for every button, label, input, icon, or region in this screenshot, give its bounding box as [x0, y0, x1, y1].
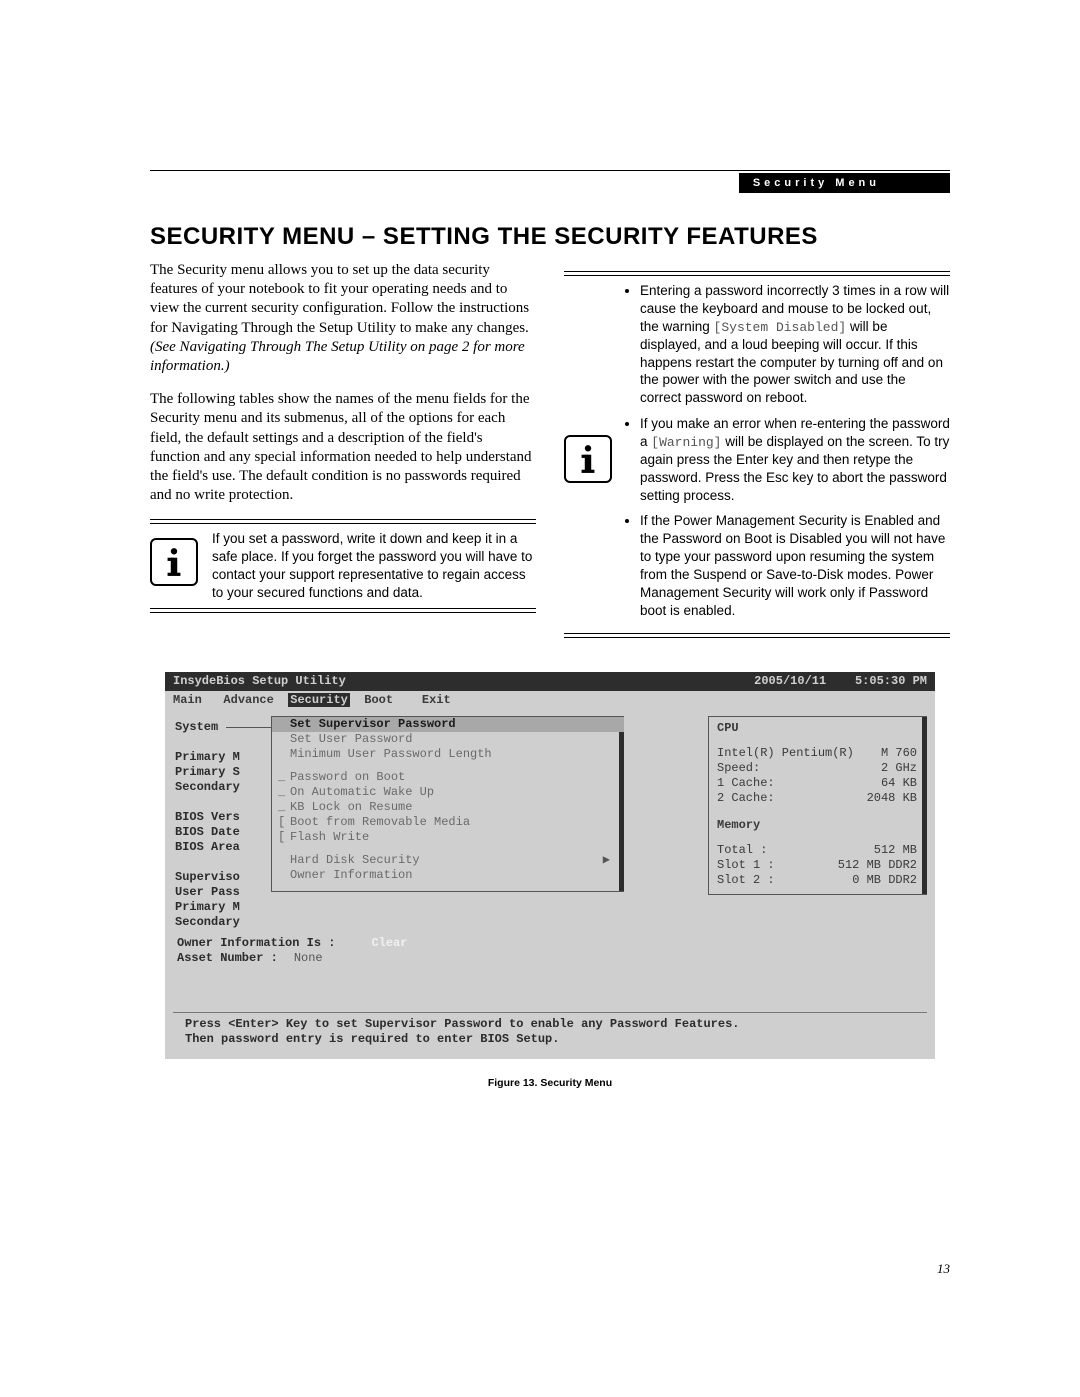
- left-row: BIOS Date: [175, 825, 271, 840]
- left-row: BIOS Vers: [175, 810, 271, 825]
- bios-menu-bar: Main Advance Security Boot Exit: [165, 691, 935, 710]
- info-callout-1: If you set a password, write it down and…: [150, 519, 536, 612]
- callout-text: If you set a password, write it down and…: [212, 530, 536, 601]
- header-rule: [150, 170, 950, 171]
- bios-help: Press <Enter> Key to set Supervisor Pass…: [173, 1012, 927, 1049]
- lbl: Password on Boot: [290, 770, 405, 784]
- item-boot-removable-media[interactable]: [Boot from Removable Media: [272, 815, 624, 830]
- cpu-name: Intel(R) Pentium(R) M 760: [717, 746, 917, 761]
- left-column: The Security menu allows you to set up t…: [150, 261, 536, 638]
- info-callout-2: Entering a password incorrectly 3 times …: [564, 271, 950, 638]
- left-row: User Pass: [175, 885, 271, 900]
- cpu-l1: 1 Cache:64 KB: [717, 776, 917, 791]
- left-row: [175, 855, 271, 870]
- menu-boot[interactable]: Boot: [364, 693, 393, 707]
- bios-security-dropdown: Set Supervisor Password Set User Passwor…: [271, 716, 624, 892]
- section-tab: Security Menu: [739, 173, 950, 193]
- lbl: Flash Write: [290, 830, 369, 844]
- owner-info-value: Clear: [371, 936, 407, 951]
- bios-title-bar: InsydeBios Setup Utility 2005/10/11 5:05…: [165, 672, 935, 691]
- left-row: Primary S: [175, 765, 271, 780]
- bios-info-pane: CPU Intel(R) Pentium(R) M 760 Speed:2 GH…: [708, 716, 927, 895]
- item-set-supervisor-password[interactable]: Set Supervisor Password: [272, 717, 624, 732]
- left-row: BIOS Area: [175, 840, 271, 855]
- callout-rules-2: Entering a password incorrectly 3 times …: [564, 271, 950, 638]
- bullet-1: Entering a password incorrectly 3 times …: [640, 282, 950, 407]
- bullet-2: If you make an error when re-entering th…: [640, 415, 950, 504]
- mem-slot1: Slot 1 :512 MB DDR2: [717, 858, 917, 873]
- mem-slot2: Slot 2 :0 MB DDR2: [717, 873, 917, 888]
- bios-date: 2005/10/11: [754, 674, 826, 688]
- item-password-on-boot[interactable]: _Password on Boot: [272, 770, 624, 785]
- submenu-arrow-icon: ▶: [603, 853, 610, 868]
- item-owner-information[interactable]: Owner Information: [272, 868, 624, 883]
- help-line-2: Then password entry is required to enter…: [185, 1032, 915, 1047]
- menu-exit[interactable]: Exit: [422, 693, 451, 707]
- left-row: [175, 735, 271, 750]
- item-min-user-pwd-length[interactable]: Minimum User Password Length: [272, 747, 624, 762]
- callout-list: Entering a password incorrectly 3 times …: [626, 282, 950, 627]
- header-row: Security Menu: [150, 173, 950, 193]
- cpu-b: M 760: [881, 746, 917, 761]
- two-columns: The Security menu allows you to set up t…: [150, 261, 950, 638]
- intro-paragraph-1: The Security menu allows you to set up t…: [150, 261, 536, 376]
- intro-paragraph-2: The following tables show the names of t…: [150, 390, 536, 505]
- left-row: Superviso: [175, 870, 271, 885]
- left-row: System: [175, 720, 271, 735]
- menu-advance[interactable]: Advance: [223, 693, 273, 707]
- lbl: KB Lock on Resume: [290, 800, 412, 814]
- cpu-l2: 2 Cache:2048 KB: [717, 791, 917, 806]
- lbl: Hard Disk Security: [290, 853, 420, 867]
- b1-code: [System Disabled]: [714, 320, 847, 335]
- bios-lower: Owner Information Is : Clear Asset Numbe…: [165, 936, 935, 966]
- intro-text: The Security menu allows you to set up t…: [150, 262, 529, 336]
- lbl: On Automatic Wake Up: [290, 785, 434, 799]
- cpu-speed: Speed:2 GHz: [717, 761, 917, 776]
- asset-row: Asset Number : None: [177, 951, 923, 966]
- left-row: Primary M: [175, 900, 271, 915]
- bios-time: 5:05:30 PM: [855, 674, 927, 688]
- info-icon: [150, 538, 198, 586]
- menu-security[interactable]: Security: [288, 693, 350, 707]
- cpu-group: CPU: [717, 721, 917, 736]
- left-row: Primary M: [175, 750, 271, 765]
- asset-label: Asset Number :: [177, 951, 278, 966]
- intro-crossref: (See Navigating Through The Setup Utilit…: [150, 339, 525, 374]
- mem-group: Memory: [717, 818, 917, 833]
- left-row: Secondary: [175, 915, 271, 930]
- callout-inner: If you set a password, write it down and…: [150, 523, 536, 608]
- item-on-auto-wake[interactable]: _On Automatic Wake Up: [272, 785, 624, 800]
- lbl: Boot from Removable Media: [290, 815, 470, 829]
- left-row: Secondary: [175, 780, 271, 795]
- left-row: [175, 795, 271, 810]
- bullet-3: If the Power Management Security is Enab…: [640, 512, 950, 619]
- figure-caption: Figure 13. Security Menu: [488, 1077, 612, 1089]
- right-column: Entering a password incorrectly 3 times …: [564, 261, 950, 638]
- bios-body: System Primary M Primary S Secondary BIO…: [165, 710, 935, 936]
- page: Security Menu SECURITY MENU – SETTING TH…: [0, 0, 1080, 1397]
- mem-total: Total :512 MB: [717, 843, 917, 858]
- owner-info-row: Owner Information Is : Clear: [177, 936, 923, 951]
- callout-rules: If you set a password, write it down and…: [150, 519, 536, 612]
- lr0: System: [175, 720, 218, 735]
- item-kb-lock-on-resume[interactable]: _KB Lock on Resume: [272, 800, 624, 815]
- bios-datetime: 2005/10/11 5:05:30 PM: [754, 674, 927, 689]
- menu-main[interactable]: Main: [173, 693, 202, 707]
- page-number: 13: [937, 1261, 950, 1277]
- b2-code: [Warning]: [651, 435, 721, 450]
- bios-screenshot: InsydeBios Setup Utility 2005/10/11 5:05…: [165, 672, 935, 1059]
- item-flash-write[interactable]: [Flash Write: [272, 830, 624, 845]
- cpu-a: Intel(R) Pentium(R): [717, 746, 854, 761]
- help-line-1: Press <Enter> Key to set Supervisor Pass…: [185, 1017, 915, 1032]
- callout-inner-2: Entering a password incorrectly 3 times …: [564, 275, 950, 634]
- asset-value: None: [294, 951, 323, 966]
- item-set-user-password[interactable]: Set User Password: [272, 732, 624, 747]
- owner-info-label: Owner Information Is :: [177, 936, 335, 951]
- bios-left-pane: System Primary M Primary S Secondary BIO…: [175, 720, 271, 930]
- bios-title: InsydeBios Setup Utility: [173, 674, 346, 689]
- info-icon: [564, 435, 612, 483]
- figure-wrap: InsydeBios Setup Utility 2005/10/11 5:05…: [150, 672, 950, 1089]
- page-title: SECURITY MENU – SETTING THE SECURITY FEA…: [150, 223, 950, 251]
- item-hard-disk-security[interactable]: Hard Disk Security ▶: [272, 853, 624, 868]
